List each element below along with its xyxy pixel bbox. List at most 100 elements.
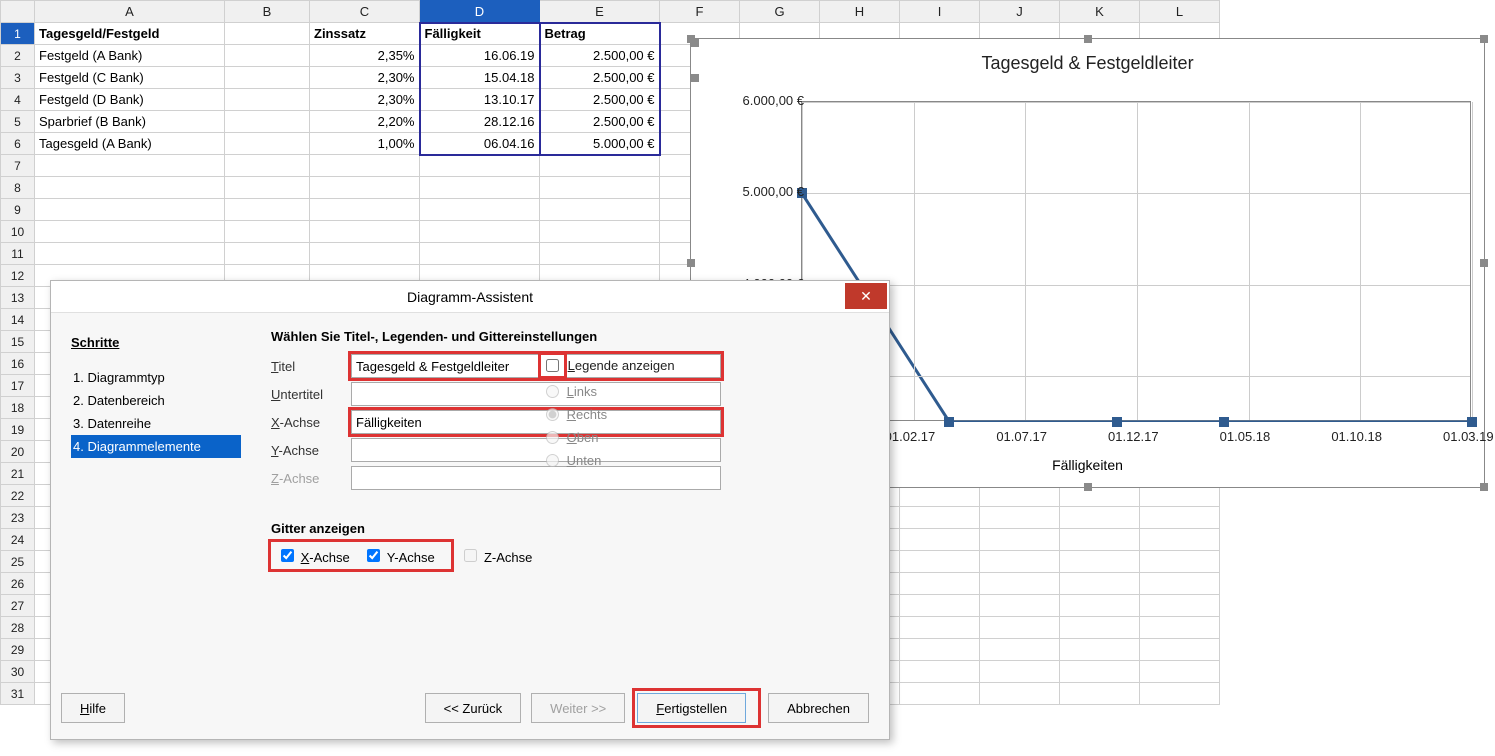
row-header[interactable]: 11 [1, 243, 35, 265]
row-header[interactable]: 22 [1, 485, 35, 507]
back-button[interactable]: << Zurück [425, 693, 522, 723]
cell-C1[interactable]: Zinssatz [310, 23, 420, 45]
cell-D3[interactable]: 15.04.18 [420, 67, 540, 89]
column-header-G[interactable]: G [740, 1, 820, 23]
row-header[interactable]: 4 [1, 89, 35, 111]
cell-I25[interactable] [900, 551, 980, 573]
cell-B7[interactable] [225, 155, 310, 177]
wizard-step[interactable]: 2. Datenbereich [71, 389, 241, 412]
cell-L25[interactable] [1140, 551, 1220, 573]
cell-A8[interactable] [35, 177, 225, 199]
cell-K24[interactable] [1060, 529, 1140, 551]
cell-D4[interactable]: 13.10.17 [420, 89, 540, 111]
cell-K27[interactable] [1060, 595, 1140, 617]
cell-K31[interactable] [1060, 683, 1140, 705]
cell-D9[interactable] [420, 199, 540, 221]
cell-C3[interactable]: 2,30% [310, 67, 420, 89]
row-header[interactable]: 19 [1, 419, 35, 441]
row-header[interactable]: 28 [1, 617, 35, 639]
cell-B11[interactable] [225, 243, 310, 265]
cell-I23[interactable] [900, 507, 980, 529]
cell-C4[interactable]: 2,30% [310, 89, 420, 111]
cell-J27[interactable] [980, 595, 1060, 617]
cell-E9[interactable] [540, 199, 660, 221]
cell-E2[interactable]: 2.500,00 € [540, 45, 660, 67]
cell-E5[interactable]: 2.500,00 € [540, 111, 660, 133]
cell-J28[interactable] [980, 617, 1060, 639]
corner-cell[interactable] [1, 1, 35, 23]
row-header[interactable]: 2 [1, 45, 35, 67]
row-header[interactable]: 31 [1, 683, 35, 705]
cell-L28[interactable] [1140, 617, 1220, 639]
row-header[interactable]: 6 [1, 133, 35, 155]
column-header-L[interactable]: L [1140, 1, 1220, 23]
column-header-K[interactable]: K [1060, 1, 1140, 23]
row-header[interactable]: 16 [1, 353, 35, 375]
cell-J23[interactable] [980, 507, 1060, 529]
row-header[interactable]: 20 [1, 441, 35, 463]
row-header[interactable]: 27 [1, 595, 35, 617]
row-header[interactable]: 21 [1, 463, 35, 485]
cell-K28[interactable] [1060, 617, 1140, 639]
column-header-J[interactable]: J [980, 1, 1060, 23]
cell-B3[interactable] [225, 67, 310, 89]
row-header[interactable]: 9 [1, 199, 35, 221]
cell-E4[interactable]: 2.500,00 € [540, 89, 660, 111]
cell-B2[interactable] [225, 45, 310, 67]
cell-L29[interactable] [1140, 639, 1220, 661]
cell-A2[interactable]: Festgeld (A Bank) [35, 45, 225, 67]
cell-E7[interactable] [540, 155, 660, 177]
wizard-step[interactable]: 1. Diagrammtyp [71, 366, 241, 389]
cell-A1[interactable]: Tagesgeld/Festgeld [35, 23, 225, 45]
cell-L31[interactable] [1140, 683, 1220, 705]
column-header-F[interactable]: F [660, 1, 740, 23]
row-header[interactable]: 3 [1, 67, 35, 89]
cell-E10[interactable] [540, 221, 660, 243]
row-header[interactable]: 14 [1, 309, 35, 331]
cell-I31[interactable] [900, 683, 980, 705]
cell-A6[interactable]: Tagesgeld (A Bank) [35, 133, 225, 155]
cell-A10[interactable] [35, 221, 225, 243]
cell-D1[interactable]: Fälligkeit [420, 23, 540, 45]
cell-A9[interactable] [35, 199, 225, 221]
cell-J29[interactable] [980, 639, 1060, 661]
cell-L26[interactable] [1140, 573, 1220, 595]
cell-J31[interactable] [980, 683, 1060, 705]
cell-K26[interactable] [1060, 573, 1140, 595]
cell-K29[interactable] [1060, 639, 1140, 661]
cell-C8[interactable] [310, 177, 420, 199]
row-header[interactable]: 23 [1, 507, 35, 529]
cell-K23[interactable] [1060, 507, 1140, 529]
cell-I29[interactable] [900, 639, 980, 661]
column-header-D[interactable]: D [420, 1, 540, 23]
cell-C11[interactable] [310, 243, 420, 265]
row-header[interactable]: 10 [1, 221, 35, 243]
cell-I28[interactable] [900, 617, 980, 639]
cell-A4[interactable]: Festgeld (D Bank) [35, 89, 225, 111]
help-button[interactable]: Hilfe [61, 693, 125, 723]
cell-K25[interactable] [1060, 551, 1140, 573]
checkbox-grid-x[interactable] [281, 549, 294, 562]
cancel-button[interactable]: Abbrechen [768, 693, 869, 723]
row-header[interactable]: 30 [1, 661, 35, 683]
close-button[interactable]: ✕ [845, 283, 887, 309]
row-header[interactable]: 17 [1, 375, 35, 397]
cell-C7[interactable] [310, 155, 420, 177]
cell-J26[interactable] [980, 573, 1060, 595]
row-header[interactable]: 15 [1, 331, 35, 353]
cell-D8[interactable] [420, 177, 540, 199]
cell-D11[interactable] [420, 243, 540, 265]
cell-B6[interactable] [225, 133, 310, 155]
cell-E11[interactable] [540, 243, 660, 265]
column-header-C[interactable]: C [310, 1, 420, 23]
cell-D6[interactable]: 06.04.16 [420, 133, 540, 155]
cell-B1[interactable] [225, 23, 310, 45]
cell-C2[interactable]: 2,35% [310, 45, 420, 67]
checkbox-grid-y[interactable] [367, 549, 380, 562]
cell-E1[interactable]: Betrag [540, 23, 660, 45]
cell-C5[interactable]: 2,20% [310, 111, 420, 133]
cell-L27[interactable] [1140, 595, 1220, 617]
cell-I24[interactable] [900, 529, 980, 551]
row-header[interactable]: 29 [1, 639, 35, 661]
column-header-E[interactable]: E [540, 1, 660, 23]
